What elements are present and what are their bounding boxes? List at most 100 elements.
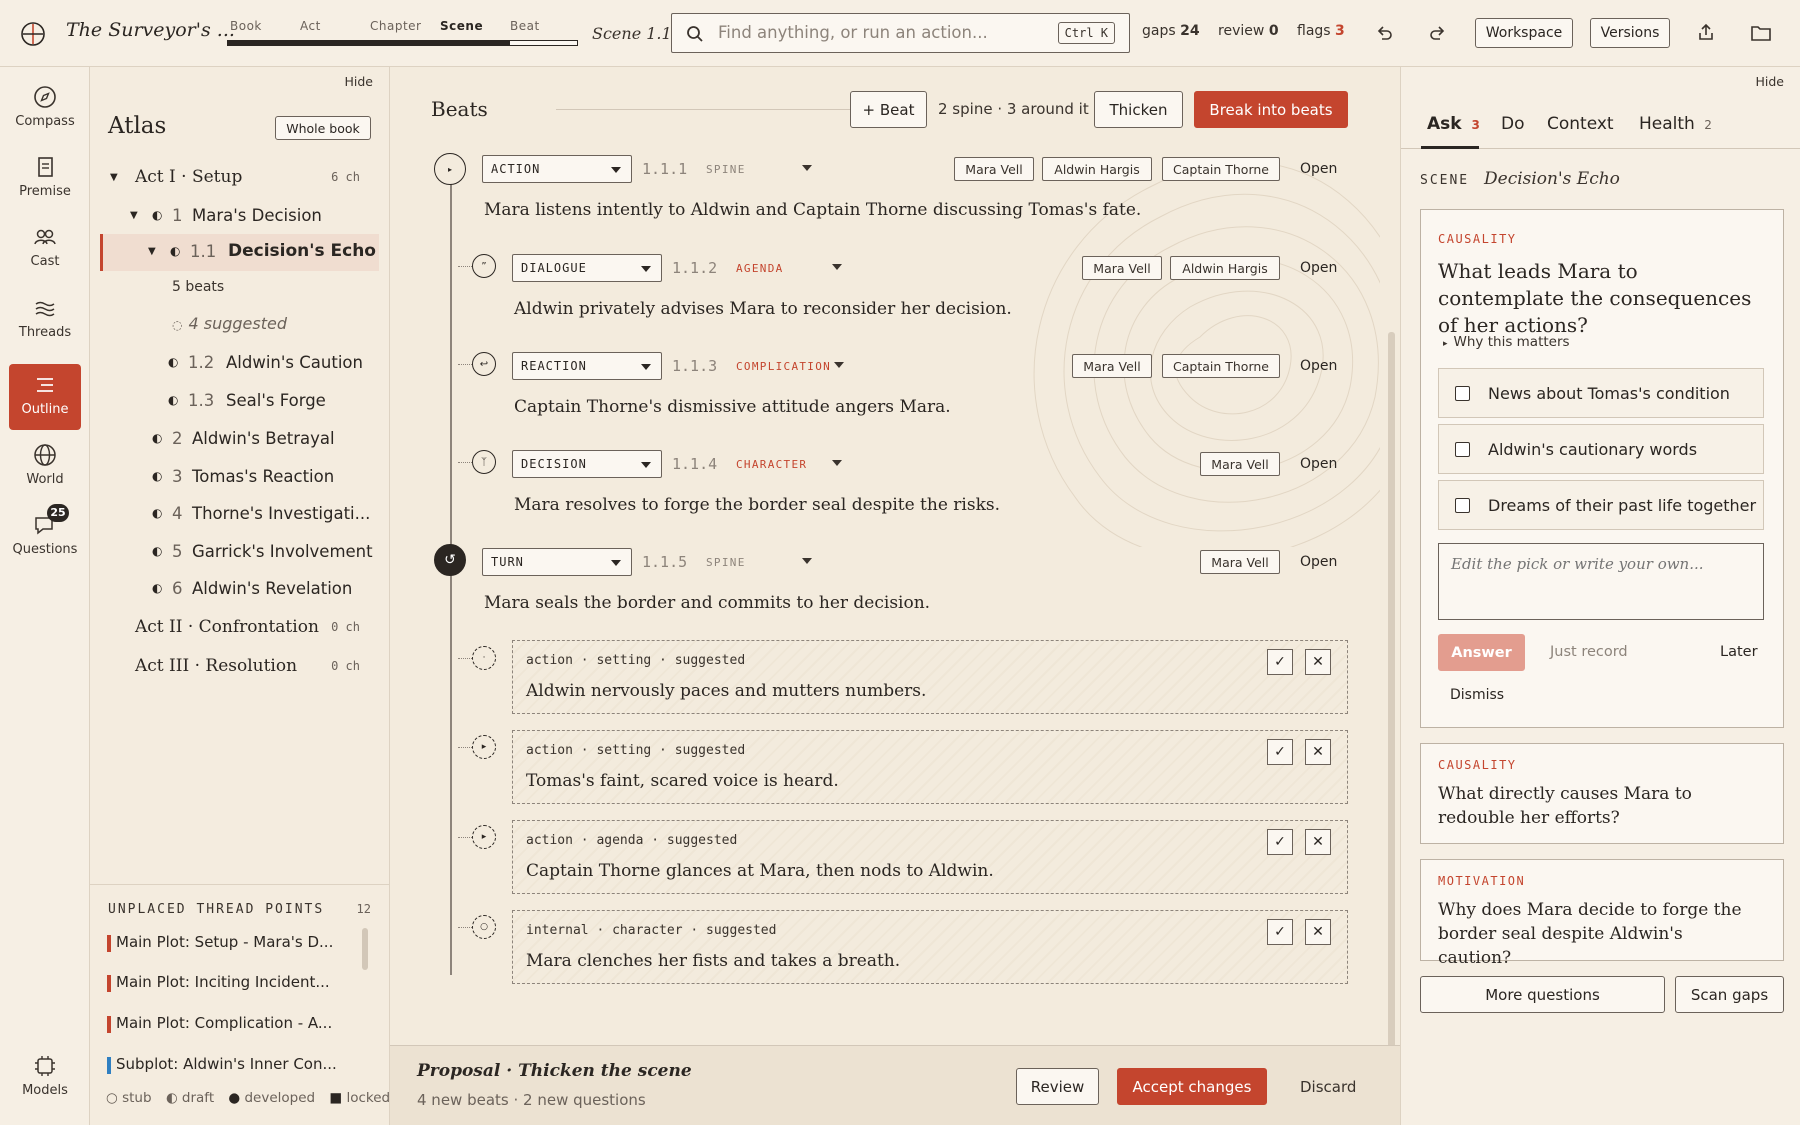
thicken-button[interactable]: Thicken [1094, 91, 1183, 128]
beat-3-text[interactable]: Captain Thorne's dismissive attitude ang… [514, 397, 951, 417]
option-2[interactable]: Aldwin's cautionary words [1438, 424, 1764, 474]
discard-button[interactable]: Discard [1300, 1078, 1356, 1096]
open-beat-link[interactable]: Open [1300, 358, 1337, 374]
question-card-2[interactable]: CAUSALITY What directly causes Mara to r… [1420, 743, 1784, 844]
checkbox[interactable] [1455, 441, 1470, 457]
dialogue-node-icon[interactable]: ” [472, 254, 496, 278]
zoom-book[interactable]: Book [230, 19, 262, 33]
tree-scene-1-2[interactable]: ◐ 1.2 Aldwin's Caution [90, 347, 380, 377]
role-chevron-icon[interactable] [832, 460, 842, 466]
character-chip[interactable]: Aldwin Hargis [1042, 157, 1152, 181]
option-3[interactable]: Dreams of their past life together [1438, 480, 1764, 530]
rail-item-threads[interactable]: Threads [9, 287, 81, 353]
zoom-scene[interactable]: Scene [440, 19, 483, 33]
tree-chapter-3[interactable]: ◐ 3 Tomas's Reaction [90, 461, 380, 491]
role-chevron-icon[interactable] [802, 558, 812, 564]
rail-item-premise[interactable]: Premise [9, 146, 81, 212]
checkbox[interactable] [1455, 497, 1470, 513]
suggested-beat-2[interactable]: action · setting · suggested Tomas's fai… [512, 730, 1348, 804]
rail-item-outline[interactable]: Outline [9, 364, 81, 430]
action-node-icon[interactable]: ▸ [434, 153, 466, 185]
suggested-count[interactable]: ◌ 4 suggested [172, 314, 287, 333]
expand-icon[interactable]: ▼ [130, 210, 138, 221]
beat-role[interactable]: COMPLICATION [736, 360, 831, 373]
expand-icon[interactable]: ▼ [148, 246, 156, 257]
beat-4-text[interactable]: Mara resolves to forge the border seal d… [514, 495, 1000, 515]
accept-suggestion-button[interactable]: ✓ [1267, 739, 1293, 765]
workspace-button[interactable]: Workspace [1475, 18, 1573, 48]
beat-role[interactable]: CHARACTER [736, 458, 807, 471]
suggested-node-icon[interactable]: ○ [472, 915, 496, 939]
dismiss-button[interactable]: Dismiss [1450, 687, 1504, 703]
beat-role[interactable]: SPINE [706, 163, 746, 176]
suggested-node-icon[interactable]: ▸ [472, 735, 496, 759]
role-chevron-icon[interactable] [802, 165, 812, 171]
more-questions-button[interactable]: More questions [1420, 976, 1665, 1013]
open-beat-link[interactable]: Open [1300, 554, 1337, 570]
review-count[interactable]: 0 [1269, 23, 1279, 39]
rail-item-compass[interactable]: Compass [9, 76, 81, 142]
beat-5-text[interactable]: Mara seals the border and commits to her… [484, 593, 930, 613]
accept-suggestion-button[interactable]: ✓ [1267, 829, 1293, 855]
role-chevron-icon[interactable] [832, 264, 842, 270]
reject-suggestion-button[interactable]: ✕ [1305, 829, 1331, 855]
tree-chapter-2[interactable]: ◐ 2 Aldwin's Betrayal [90, 423, 380, 453]
accept-changes-button[interactable]: Accept changes [1117, 1068, 1267, 1105]
reject-suggestion-button[interactable]: ✕ [1305, 739, 1331, 765]
open-beat-link[interactable]: Open [1300, 260, 1337, 276]
tree-chapter-5[interactable]: ◐ 5 Garrick's Involvement [90, 536, 380, 566]
rail-item-world[interactable]: World [9, 434, 81, 500]
reaction-node-icon[interactable]: ↩ [472, 352, 496, 376]
character-chip[interactable]: Mara Vell [954, 157, 1034, 181]
tab-ask[interactable]: Ask 3 [1427, 114, 1480, 134]
beats-scrollbar[interactable] [1388, 332, 1395, 1107]
folder-icon[interactable] [1750, 23, 1772, 43]
beat-type-select[interactable]: REACTION [512, 352, 662, 380]
beat-type-select[interactable]: TURN [482, 548, 632, 576]
share-icon[interactable] [1696, 22, 1716, 42]
beat-role[interactable]: AGENDA [736, 262, 784, 275]
tree-act-2[interactable]: Act II · Confrontation 0 ch [90, 612, 380, 642]
character-chip[interactable]: Mara Vell [1200, 452, 1280, 476]
zoom-beat[interactable]: Beat [510, 19, 540, 33]
unplaced-thread-1[interactable]: Main Plot: Setup - Mara's D... [107, 933, 333, 952]
suggested-beat-1[interactable]: action · setting · suggested Aldwin nerv… [512, 640, 1348, 714]
open-beat-link[interactable]: Open [1300, 456, 1337, 472]
suggested-beat-4[interactable]: internal · character · suggested Mara cl… [512, 910, 1348, 984]
custom-answer-input[interactable] [1438, 543, 1764, 620]
beat-type-select[interactable]: ACTION [482, 155, 632, 183]
tree-act-1[interactable]: ▼ Act I · Setup 6 ch [90, 162, 380, 192]
search-input[interactable]: Find anything, or run an action... Ctrl … [671, 13, 1130, 53]
tree-chapter-6[interactable]: ◐ 6 Aldwin's Revelation [90, 573, 380, 603]
character-chip[interactable]: Mara Vell [1072, 354, 1152, 378]
suggested-beat-3[interactable]: action · agenda · suggested Captain Thor… [512, 820, 1348, 894]
later-button[interactable]: Later [1720, 644, 1758, 660]
review-button[interactable]: Review [1016, 1068, 1099, 1105]
unplaced-thread-2[interactable]: Main Plot: Inciting Incident... [107, 973, 330, 992]
zoom-chapter[interactable]: Chapter [370, 19, 421, 33]
beat-1-text[interactable]: Mara listens intently to Aldwin and Capt… [484, 200, 1141, 220]
add-beat-button[interactable]: + Beat [850, 91, 927, 128]
beat-type-select[interactable]: DECISION [512, 450, 662, 478]
versions-button[interactable]: Versions [1590, 18, 1670, 48]
hide-atlas-button[interactable]: Hide [345, 74, 374, 89]
character-chip[interactable]: Captain Thorne [1162, 157, 1280, 181]
suggested-node-icon[interactable]: · [472, 646, 496, 670]
tree-scene-1-1-selected[interactable]: ▼ ◐ 1.1 Decision's Echo [100, 234, 379, 271]
zoom-act[interactable]: Act [300, 19, 321, 33]
just-record-button[interactable]: Just record [1550, 644, 1628, 660]
redo-icon[interactable] [1428, 23, 1448, 43]
reject-suggestion-button[interactable]: ✕ [1305, 649, 1331, 675]
unplaced-scrollbar[interactable] [362, 928, 368, 970]
tree-chapter-4[interactable]: ◐ 4 Thorne's Investigati... [90, 498, 380, 528]
beat-role[interactable]: SPINE [706, 556, 746, 569]
reject-suggestion-button[interactable]: ✕ [1305, 919, 1331, 945]
tree-scene-1-3[interactable]: ◐ 1.3 Seal's Forge [90, 385, 380, 415]
beat-type-select[interactable]: DIALOGUE [512, 254, 662, 282]
break-into-beats-button[interactable]: Break into beats [1194, 91, 1348, 128]
why-this-matters-toggle[interactable]: ▸ Why this matters [1443, 334, 1570, 350]
hide-panel-button[interactable]: Hide [1756, 74, 1785, 89]
flags-count[interactable]: 3 [1335, 23, 1345, 39]
whole-book-button[interactable]: Whole book [275, 116, 371, 140]
turn-node-icon[interactable]: ↺ [434, 544, 466, 576]
